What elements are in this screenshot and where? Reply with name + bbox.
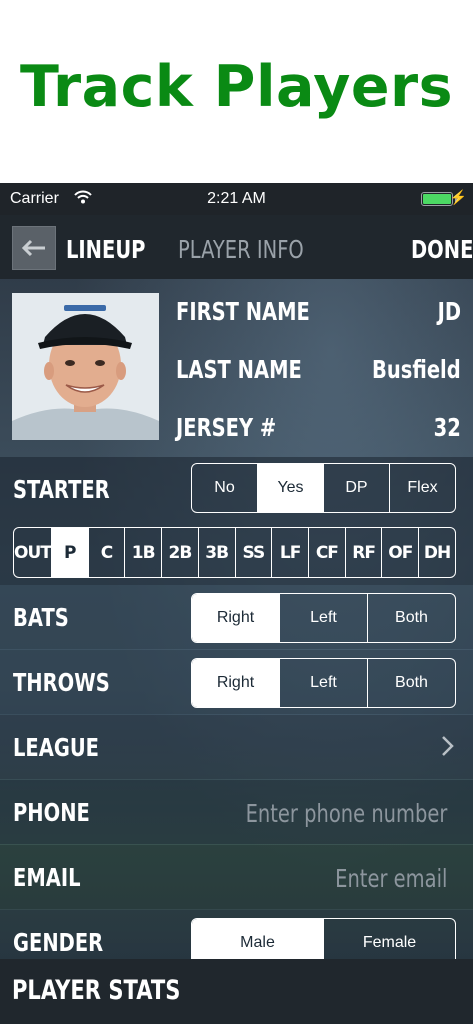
starter-segmented-control: No Yes DP Flex	[191, 463, 456, 513]
bats-option-both[interactable]: Both	[367, 594, 455, 642]
nav-bar: LINEUP PLAYER INFO DONE	[0, 215, 473, 279]
promo-banner: Track Players	[0, 0, 473, 183]
position-option-of[interactable]: OF	[381, 528, 418, 577]
banner-title: Track Players	[19, 53, 454, 120]
player-stats-bar[interactable]: PLAYER STATS	[0, 959, 473, 1024]
position-option-out[interactable]: OUT	[14, 528, 52, 577]
starter-row: STARTER No Yes DP Flex	[0, 457, 473, 521]
nav-title: PLAYER INFO	[178, 235, 304, 264]
position-option-2b[interactable]: 2B	[161, 528, 198, 577]
position-option-cf[interactable]: CF	[308, 528, 345, 577]
throws-label: THROWS	[13, 668, 110, 697]
jersey-label: JERSEY #	[176, 413, 277, 442]
chevron-right-icon	[442, 736, 454, 756]
throws-segmented-control: Right Left Both	[191, 658, 456, 708]
back-button[interactable]	[12, 226, 56, 270]
throws-row: THROWS Right Left Both	[0, 650, 473, 714]
position-row: OUT P C 1B 2B 3B SS LF CF RF OF DH	[0, 521, 473, 585]
position-segmented-control: OUT P C 1B 2B 3B SS LF CF RF OF DH	[13, 527, 456, 578]
bats-option-right[interactable]: Right	[192, 594, 279, 642]
starter-option-dp[interactable]: DP	[323, 464, 389, 512]
email-row: EMAIL	[0, 845, 473, 909]
app-screen: Carrier 2:21 AM ⚡ LINEUP PLAYER INFO DON…	[0, 183, 473, 1024]
status-bar: Carrier 2:21 AM ⚡	[0, 183, 473, 215]
league-row[interactable]: LEAGUE	[0, 715, 473, 779]
email-input[interactable]	[243, 859, 449, 897]
position-option-c[interactable]: C	[87, 528, 125, 577]
starter-option-flex[interactable]: Flex	[389, 464, 455, 512]
gender-label: GENDER	[13, 928, 104, 957]
clock: 2:21 AM	[207, 190, 266, 207]
position-option-ss[interactable]: SS	[234, 528, 272, 577]
bats-row: BATS Right Left Both	[0, 585, 473, 649]
league-label: LEAGUE	[13, 733, 100, 762]
starter-option-yes[interactable]: Yes	[257, 464, 323, 512]
starter-label: STARTER	[13, 475, 110, 504]
first-name-label: FIRST NAME	[176, 297, 310, 326]
back-label-lineup[interactable]: LINEUP	[66, 235, 145, 264]
phone-label: PHONE	[13, 798, 90, 827]
position-option-1b[interactable]: 1B	[124, 528, 161, 577]
done-button[interactable]: DONE	[411, 235, 473, 264]
position-option-3b[interactable]: 3B	[197, 528, 235, 577]
throws-option-both[interactable]: Both	[367, 659, 455, 707]
position-option-dh[interactable]: DH	[418, 528, 455, 577]
bats-segmented-control: Right Left Both	[191, 593, 456, 643]
arrow-left-icon	[21, 239, 45, 257]
throws-option-right[interactable]: Right	[192, 659, 279, 707]
position-option-rf[interactable]: RF	[344, 528, 382, 577]
last-name-label: LAST NAME	[176, 355, 302, 384]
bats-label: BATS	[13, 603, 69, 632]
player-photo[interactable]	[12, 293, 159, 440]
charging-icon: ⚡	[449, 189, 467, 205]
position-option-lf[interactable]: LF	[271, 528, 308, 577]
bats-option-left[interactable]: Left	[279, 594, 367, 642]
phone-row: PHONE	[0, 780, 473, 844]
player-stats-label: PLAYER STATS	[12, 975, 181, 1006]
first-name-value[interactable]: JD	[438, 297, 461, 326]
phone-input[interactable]	[243, 794, 449, 832]
position-option-p[interactable]: P	[50, 528, 88, 577]
last-name-value[interactable]: Busfield	[372, 355, 461, 384]
player-header: FIRST NAME JD LAST NAME Busfield JERSEY …	[0, 279, 473, 457]
email-label: EMAIL	[13, 863, 81, 892]
jersey-value[interactable]: 32	[434, 413, 461, 442]
battery-icon	[421, 192, 453, 206]
starter-option-no[interactable]: No	[192, 464, 257, 512]
throws-option-left[interactable]: Left	[279, 659, 367, 707]
